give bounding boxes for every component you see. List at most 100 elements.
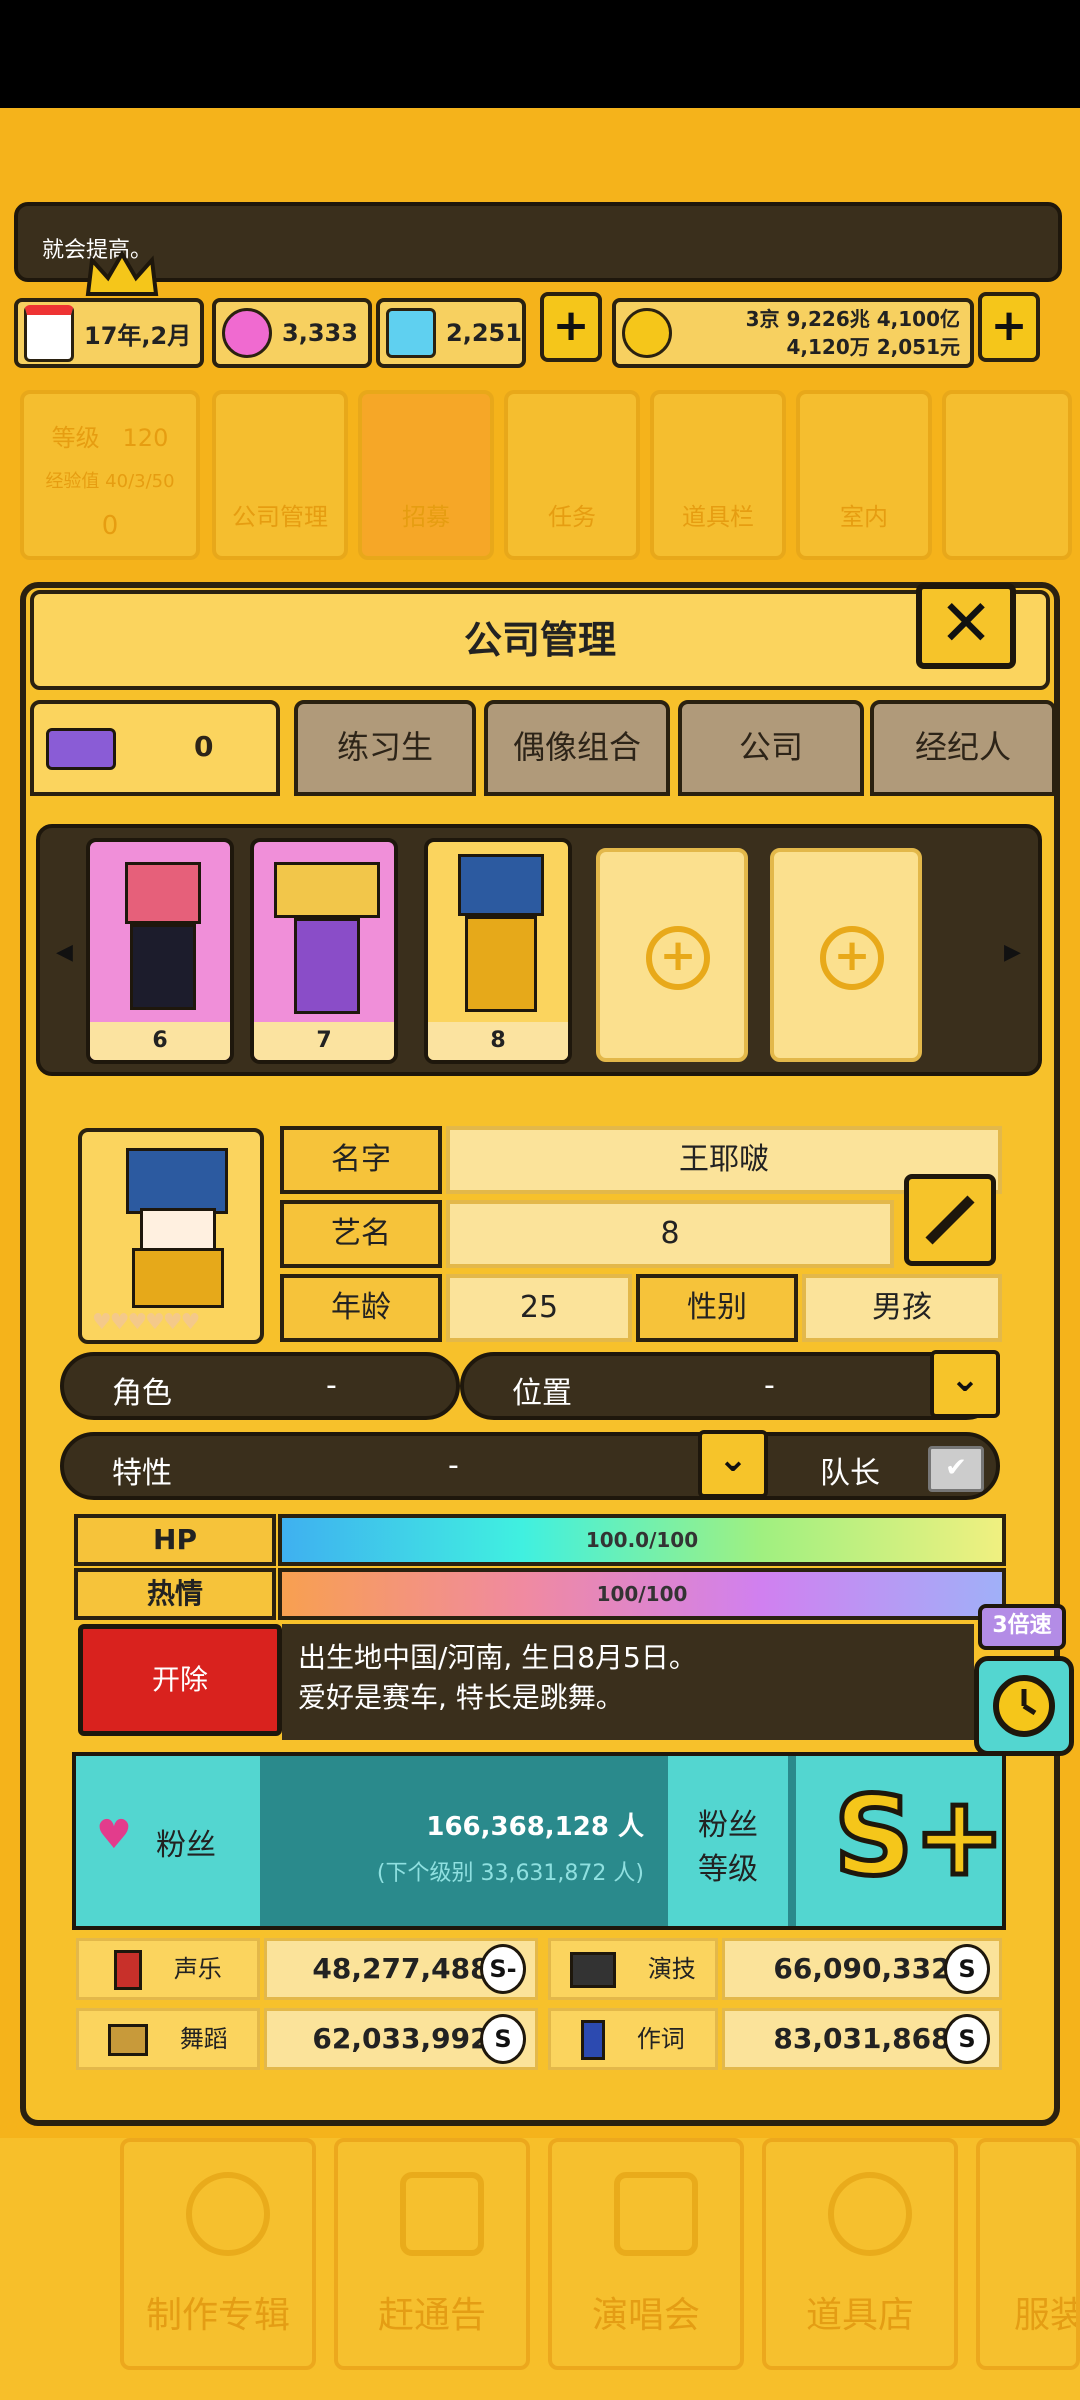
trainee-portrait: ♥♥♥♥♥♥: [78, 1128, 264, 1344]
add-slot-icon: +: [646, 926, 710, 990]
nav-schedule[interactable]: 赶通告: [334, 2138, 530, 2370]
group-icon: [46, 728, 116, 770]
speed-button[interactable]: [974, 1656, 1074, 1756]
microphone-icon: [114, 1950, 143, 1990]
hp-bar: 100.0/100: [278, 1514, 1006, 1566]
fans-label-cell: ♥ 粉丝: [76, 1756, 260, 1926]
roster-right-arrow[interactable]: ▶: [1004, 940, 1021, 965]
nav-label: 服装: [1014, 2295, 1080, 2336]
modal-title: 公司管理: [30, 590, 1050, 690]
trainee-card[interactable]: 7: [250, 838, 398, 1064]
empty-slot[interactable]: +: [770, 848, 922, 1062]
hearts-icon: ♥♥♥♥♥♥: [92, 1310, 200, 1335]
fans-count-cell: 166,368,128 人 (下个级别 33,631,872 人): [264, 1756, 664, 1926]
heart-icon: ♥: [96, 1812, 132, 1858]
pink-gem-display: 3,333: [212, 298, 372, 368]
trainee-number: 7: [254, 1022, 394, 1060]
trait-field: 特性 - 队长: [60, 1432, 1000, 1500]
money-display: 3京 9,226兆 4,100亿 4,120万 2,051元: [612, 298, 974, 368]
tab-trainee[interactable]: 练习生: [294, 700, 476, 796]
calendar-icon: [24, 304, 74, 362]
stat-acting-grade: S: [944, 1944, 990, 1994]
stat-dance-label: 舞蹈: [76, 2008, 260, 2070]
trainee-number: 8: [428, 1022, 568, 1060]
tab-company[interactable]: 公司: [678, 700, 864, 796]
trainee-avatar: [274, 862, 380, 1014]
money-value: 3京 9,226兆 4,100亿 4,120万 2,051元: [746, 305, 970, 361]
shoe-icon: [108, 2024, 149, 2056]
stat-acting-label: 演技: [548, 1938, 718, 2000]
money-line-2: 4,120万 2,051元: [786, 335, 961, 359]
notice-banner: 就会提高。: [14, 202, 1062, 282]
empty-slot[interactable]: +: [596, 848, 748, 1062]
date-value: 17年,2月: [84, 321, 192, 350]
blue-gem-display: 2,251: [376, 298, 526, 368]
hp-label: HP: [74, 1514, 276, 1566]
bg-menu-label: 道具栏: [682, 503, 754, 531]
level-value: 120: [122, 424, 169, 452]
trainee-number: 6: [90, 1022, 230, 1060]
fans-grade-cell: S+: [796, 1756, 1008, 1926]
bg-menu-recruit: 招募: [358, 390, 494, 560]
bio-line-1: 出生地中国/河南, 生日8月5日。: [298, 1641, 697, 1674]
clock-icon: [993, 1675, 1055, 1737]
passion-value: 100/100: [596, 1582, 688, 1606]
nav-label: 制作专辑: [145, 2295, 290, 2336]
fans-level-label-1: 粉丝: [698, 1808, 758, 1843]
stat-vocal-label: 声乐: [76, 1938, 260, 2000]
nav-label: 道具店: [805, 2295, 914, 2336]
trait-dropdown-button[interactable]: ⌄: [698, 1430, 768, 1498]
nav-make-album[interactable]: 制作专辑: [120, 2138, 316, 2370]
tab-manager[interactable]: 经纪人: [870, 700, 1056, 796]
fans-level-label-cell: 粉丝 等级: [668, 1756, 788, 1926]
nav-item-shop[interactable]: 道具店: [762, 2138, 958, 2370]
add-gem-button[interactable]: +: [540, 292, 602, 362]
pen-icon: [581, 2020, 606, 2060]
stat-vocal-grade: S-: [480, 1944, 526, 1994]
bg-menu-label: 招募: [402, 503, 450, 531]
trainee-card[interactable]: 8: [424, 838, 572, 1064]
fans-count: 166,368,128 人: [426, 1812, 644, 1842]
leader-checkbox[interactable]: ✔: [928, 1446, 984, 1492]
role-field: 角色 -: [60, 1352, 460, 1420]
roster-left-arrow[interactable]: ◀: [56, 940, 73, 965]
nav-label: 演唱会: [591, 2295, 700, 2336]
trait-value: -: [448, 1448, 459, 1483]
add-money-button[interactable]: +: [978, 292, 1040, 362]
bg-menu-label: 公司管理: [232, 503, 328, 531]
hp-value: 100.0/100: [585, 1528, 699, 1552]
status-bar: [0, 0, 1080, 108]
bg-menu-interior: 室内: [796, 390, 932, 560]
bg-menu-label: 任务: [548, 503, 596, 531]
position-dropdown-button[interactable]: ⌄: [930, 1350, 1000, 1418]
calendar-icon: [400, 2172, 484, 2256]
nav-concert[interactable]: 演唱会: [548, 2138, 744, 2370]
position-label: 位置: [512, 1376, 572, 1411]
age-label: 年龄: [280, 1274, 442, 1342]
nav-costume[interactable]: 服装: [976, 2138, 1080, 2370]
name-label: 名字: [280, 1126, 442, 1194]
speed-badge[interactable]: 3倍速: [978, 1604, 1066, 1650]
stat-label: 声乐: [173, 1955, 222, 1983]
position-value: -: [764, 1368, 775, 1403]
bio-line-2: 爱好是赛车, 特长是跳舞。: [298, 1681, 624, 1714]
fire-button[interactable]: 开除: [78, 1624, 282, 1736]
bg-menu-items: 道具栏: [650, 390, 786, 560]
add-slot-icon: +: [820, 926, 884, 990]
role-value: -: [326, 1368, 337, 1403]
camera-icon: [570, 1952, 617, 1988]
bg-menu-label: 室内: [840, 503, 888, 531]
clover-icon: [828, 2172, 912, 2256]
tab-idol-group[interactable]: 偶像组合: [484, 700, 670, 796]
trainee-card[interactable]: 6: [86, 838, 234, 1064]
bg-menu-tasks: 任务: [504, 390, 640, 560]
edit-name-button[interactable]: [904, 1174, 996, 1266]
position-field: 位置 -: [460, 1352, 1000, 1420]
gender-label: 性别: [636, 1274, 798, 1342]
fans-next-level: (下个级别 33,631,872 人): [376, 1861, 644, 1886]
exp-value: 40/3/50: [105, 471, 175, 492]
trainee-avatar: [120, 862, 206, 1012]
close-button[interactable]: ✕: [916, 583, 1016, 669]
tab-members[interactable]: 0: [30, 700, 280, 796]
money-line-1: 3京 9,226兆 4,100亿: [745, 307, 960, 331]
